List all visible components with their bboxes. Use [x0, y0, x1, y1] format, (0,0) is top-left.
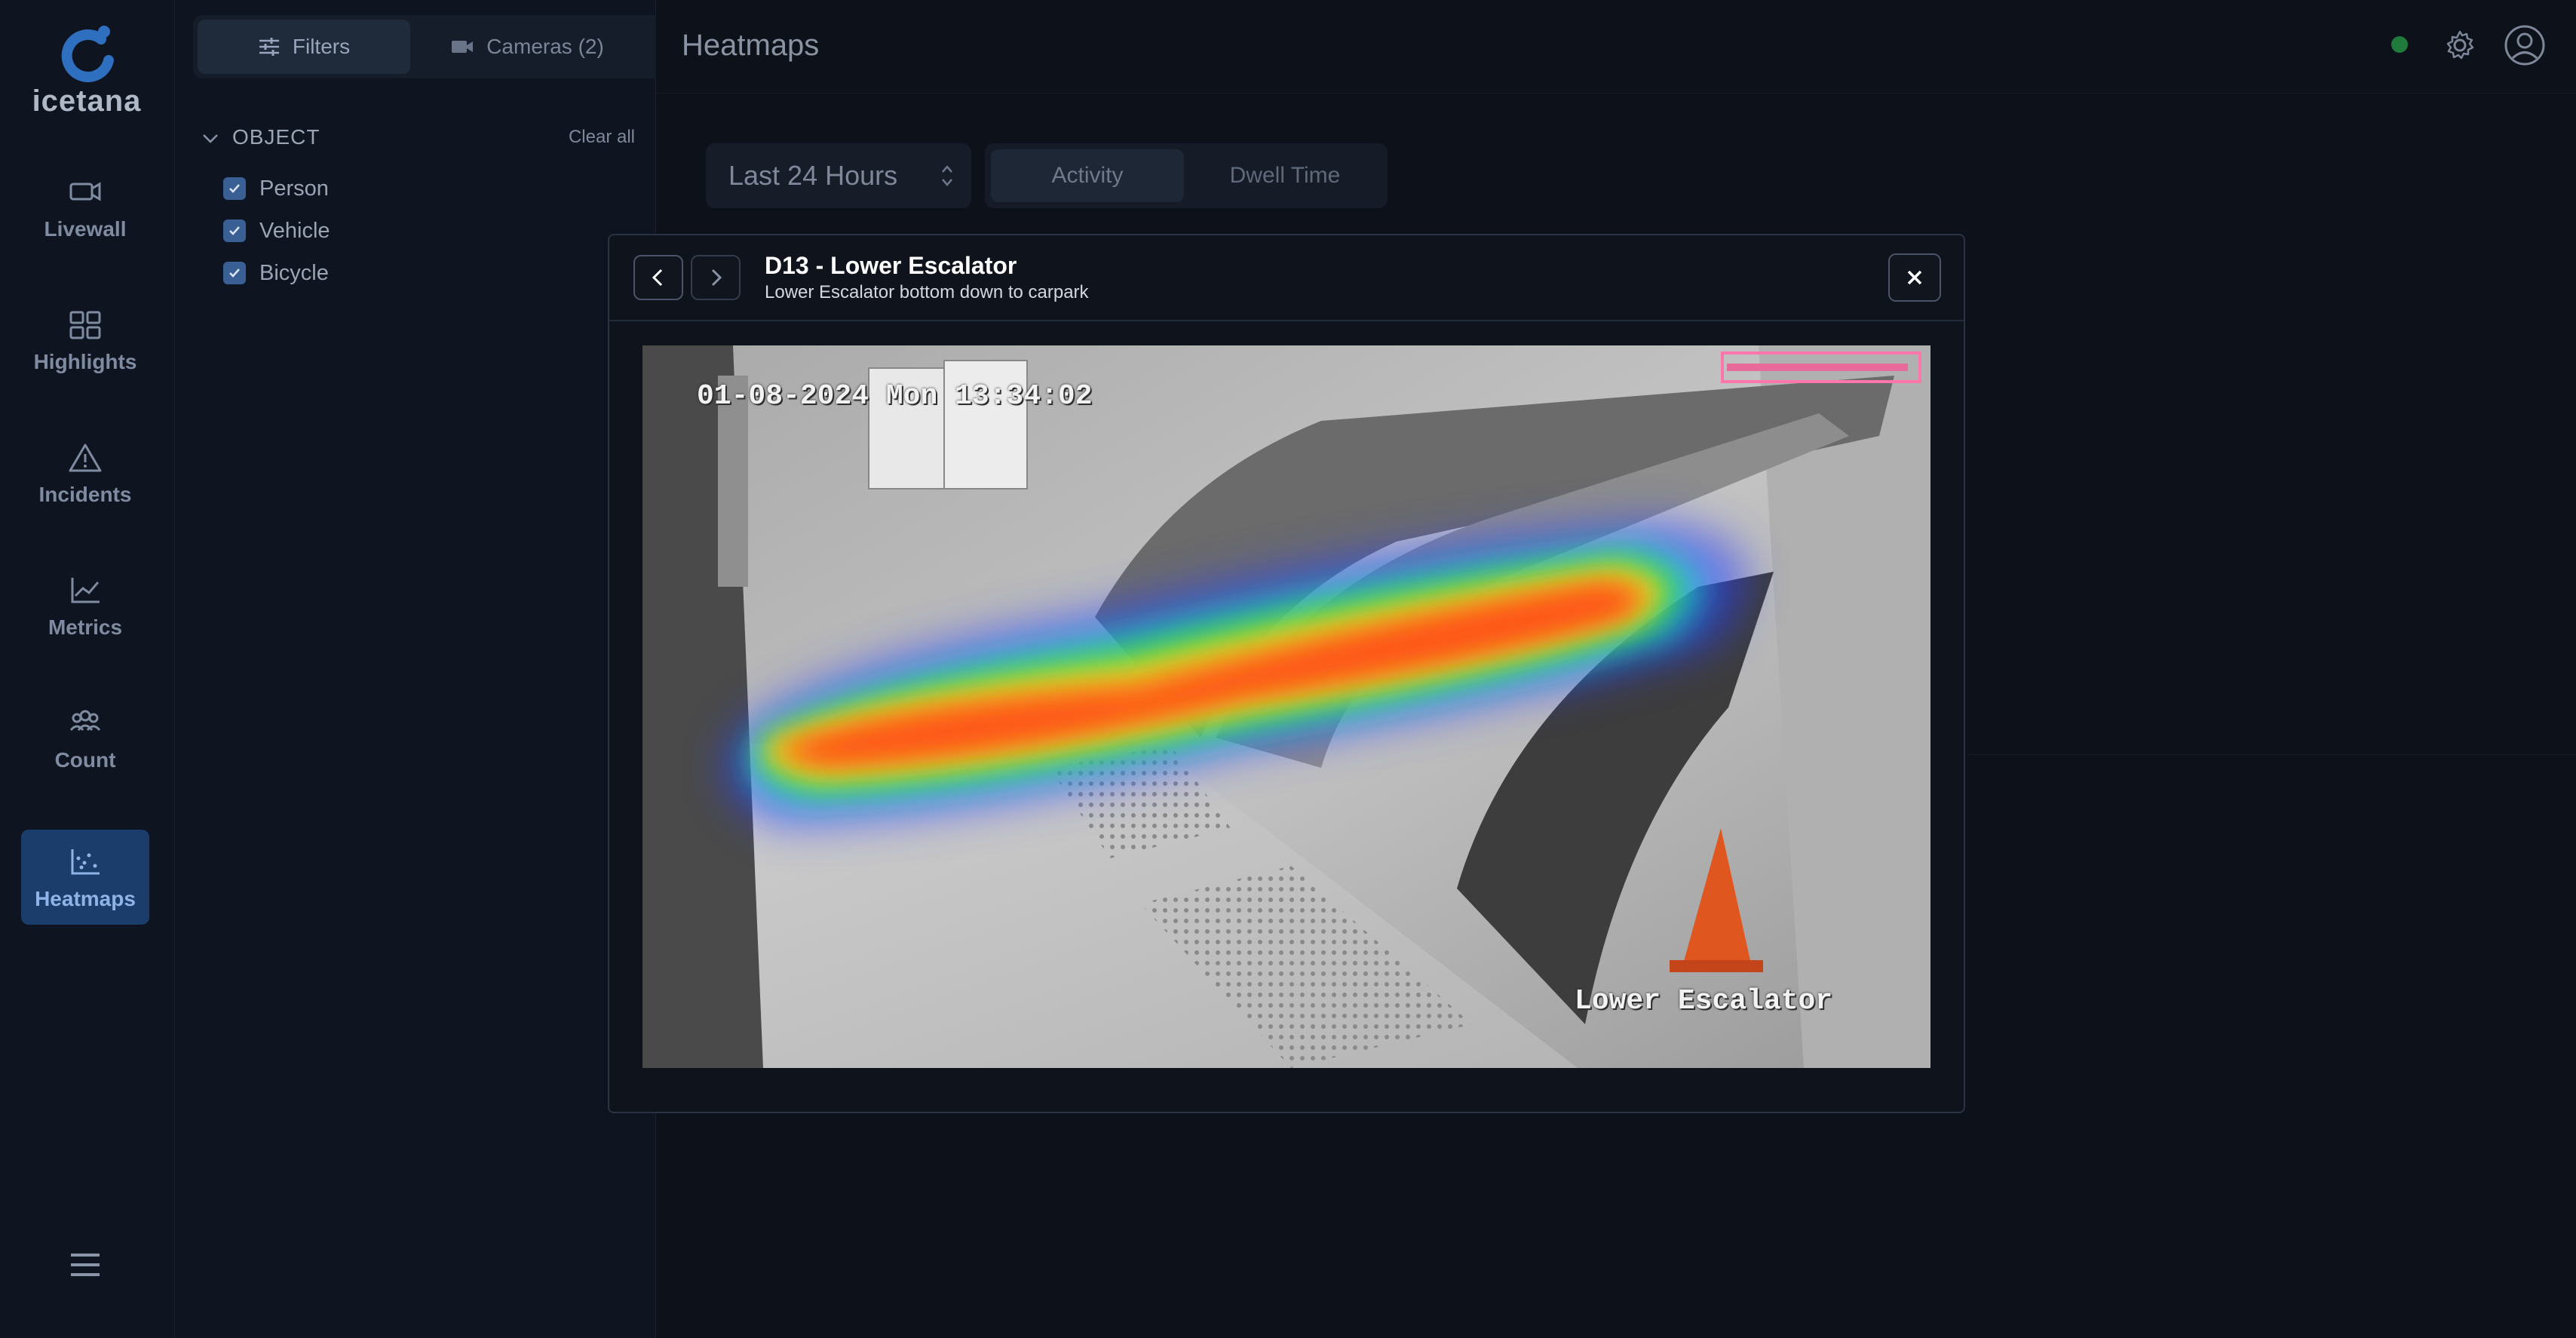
filter-option-label: Person: [259, 176, 329, 201]
chevron-down-icon[interactable]: [201, 128, 220, 148]
check-icon: [229, 226, 240, 235]
video-camera-icon: [452, 41, 474, 53]
filter-option-bicycle[interactable]: Bicycle: [223, 258, 329, 288]
people-icon: [69, 710, 101, 731]
next-camera-button[interactable]: [691, 255, 741, 300]
close-icon: [1907, 270, 1922, 285]
nav-item-incidents[interactable]: Incidents: [21, 425, 149, 520]
nav-label: Count: [54, 748, 116, 772]
nav-item-livewall[interactable]: Livewall: [21, 160, 149, 255]
filter-panel: Filters Cameras (2) OBJECT Clear all Per…: [175, 0, 811, 1338]
object-filter-title: OBJECT: [232, 125, 320, 149]
line-chart-icon: [71, 578, 100, 603]
modal-header: D13 - Lower Escalator Lower Escalator bo…: [609, 235, 1964, 321]
nav-label: Incidents: [38, 483, 132, 506]
app: icetana Livewall Highlights Incidents Me…: [0, 0, 2576, 1338]
check-icon: [229, 269, 240, 278]
nav-label: Livewall: [44, 217, 127, 241]
chevron-right-icon: [711, 269, 722, 287]
nav-item-heatmaps[interactable]: Heatmaps: [21, 830, 149, 925]
gear-icon[interactable]: [2442, 27, 2478, 63]
time-range-value: Last 24 Hours: [728, 160, 898, 191]
camera-scene: [642, 345, 1930, 1068]
camera-timestamp: 01-08-2024 Mon 13:34:02: [697, 380, 1093, 413]
content-divider: [1968, 754, 2576, 755]
nav-item-highlights[interactable]: Highlights: [21, 293, 149, 388]
tab-cameras[interactable]: Cameras (2): [415, 20, 639, 74]
modal-subtitle: Lower Escalator bottom down to carpark: [765, 282, 1089, 302]
camera-heatmap-image: 01-08-2024 Mon 13:34:02 Lower Escalator: [642, 345, 1930, 1068]
camera-icon: [69, 182, 101, 201]
close-button[interactable]: [1888, 253, 1941, 302]
modal-title: D13 - Lower Escalator: [765, 252, 1017, 279]
filter-option-person[interactable]: Person: [223, 173, 329, 204]
tab-filters-label: Filters: [292, 35, 351, 58]
grid-icon: [69, 311, 101, 339]
user-avatar-icon[interactable]: [2504, 24, 2546, 66]
checkbox-checked[interactable]: [223, 219, 246, 242]
previous-camera-button[interactable]: [633, 255, 683, 300]
check-icon: [229, 184, 240, 193]
mode-dwell-time-button[interactable]: Dwell Time: [1188, 149, 1382, 202]
logo-mark-icon: [61, 26, 114, 82]
status-indicator: [2391, 36, 2408, 53]
brand-logo[interactable]: icetana: [30, 24, 143, 118]
clear-all-link[interactable]: Clear all: [569, 127, 635, 148]
time-range-select[interactable]: Last 24 Hours: [706, 143, 971, 208]
nav-item-metrics[interactable]: Metrics: [21, 558, 149, 653]
camera-overlay-name: Lower Escalator: [1575, 985, 1833, 1017]
chevron-left-icon: [652, 269, 663, 287]
up-down-chevron-icon: [942, 165, 952, 186]
nav-rail: icetana Livewall Highlights Incidents Me…: [0, 0, 175, 1338]
nav-label: Heatmaps: [35, 887, 136, 910]
camera-heatmap-modal: D13 - Lower Escalator Lower Escalator bo…: [608, 234, 1965, 1113]
sliders-icon: [259, 38, 279, 56]
filter-option-label: Bicycle: [259, 260, 329, 285]
tab-filters[interactable]: Filters: [198, 20, 410, 74]
mode-activity-button[interactable]: Activity: [991, 149, 1184, 202]
checkbox-checked[interactable]: [223, 262, 246, 284]
nav-item-count[interactable]: Count: [21, 691, 149, 786]
nav-label: Highlights: [33, 350, 137, 373]
tab-cameras-label: Cameras (2): [486, 35, 604, 58]
heatmap-icon: [71, 849, 100, 875]
filter-option-vehicle[interactable]: Vehicle: [223, 216, 330, 246]
heatmap-mode-toggle: Activity Dwell Time: [985, 143, 1388, 208]
warning-icon: [69, 443, 102, 472]
top-bar: Heatmaps: [656, 0, 2576, 94]
page-title: Heatmaps: [682, 29, 820, 62]
object-filter-header[interactable]: OBJECT Clear all: [198, 124, 635, 154]
checkbox-checked[interactable]: [223, 177, 246, 200]
menu-icon[interactable]: [69, 1252, 101, 1278]
filter-option-label: Vehicle: [259, 218, 330, 243]
brand-name: icetana: [32, 84, 142, 118]
nav-label: Metrics: [48, 615, 123, 639]
